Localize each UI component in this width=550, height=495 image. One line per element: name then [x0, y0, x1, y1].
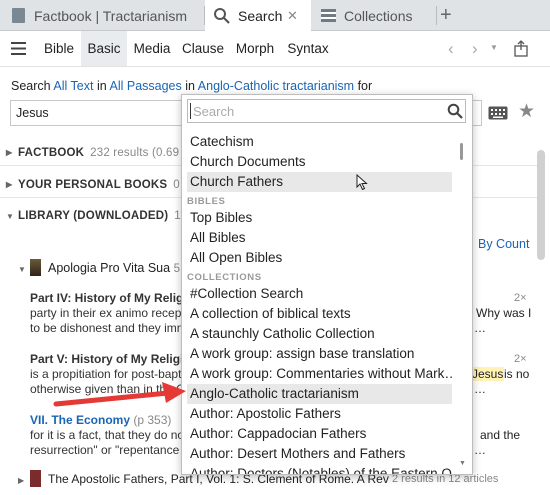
section-title: LIBRARY (DOWNLOADED): [18, 210, 169, 222]
book-cover: [30, 259, 41, 276]
result-snippet: for it is a fact, that they do not: [30, 428, 188, 442]
search-label: Search: [11, 79, 51, 93]
placeholder-text: Search: [193, 104, 235, 119]
keyboard-icon[interactable]: [488, 106, 508, 120]
close-icon[interactable]: ✕: [287, 8, 298, 24]
page-number: (p 353): [133, 413, 172, 427]
search-toolbar: Bible Basic Media Clause Morph Syntax ‹ …: [0, 31, 550, 67]
results-scrollbar[interactable]: [537, 150, 545, 260]
collections-icon: [321, 9, 336, 22]
share-icon[interactable]: [514, 40, 528, 57]
hamburger-menu-icon[interactable]: [11, 42, 26, 55]
dropdown-scrollbar-thumb[interactable]: [460, 143, 463, 160]
dropdown-item[interactable]: A work group: assign base translation: [190, 344, 452, 364]
dropdown-item[interactable]: Church Documents: [190, 152, 452, 172]
tab-basic[interactable]: Basic: [81, 31, 127, 66]
expand-triangle-icon[interactable]: ▶: [6, 180, 12, 189]
section-title: YOUR PERSONAL BOOKS: [18, 178, 168, 191]
all-passages-link[interactable]: All Passages: [110, 79, 182, 93]
dropdown-item[interactable]: Top Bibles: [190, 208, 452, 228]
result-snippet-tail: and the: [480, 428, 521, 442]
dropdown-section-label: BIBLES: [187, 196, 226, 207]
dropdown-item[interactable]: A staunchly Catholic Collection: [190, 324, 452, 344]
dropdown-item-hovered[interactable]: Church Fathers: [187, 172, 452, 192]
annotation-arrow-icon: [53, 382, 186, 407]
query-input-end: [472, 100, 482, 126]
dropdown-item[interactable]: Author: Cappadocian Fathers: [190, 424, 452, 444]
tab-media[interactable]: Media: [127, 31, 177, 66]
factbook-icon: [12, 8, 25, 23]
result-snippet: to be dishonest and they immi: [30, 321, 190, 335]
tab-bar: Factbook | Tractarianism Search ✕ Collec…: [0, 0, 550, 32]
book-title: Apologia Pro Vita Sua: [48, 261, 171, 275]
dropdown-item[interactable]: Catechism: [190, 132, 452, 152]
mouse-cursor-icon: [356, 174, 368, 191]
expand-triangle-icon[interactable]: ▶: [6, 148, 12, 157]
tab-bible[interactable]: Bible: [37, 31, 81, 66]
dropdown-item[interactable]: All Open Bibles: [190, 248, 452, 268]
book-title-row[interactable]: Apologia Pro Vita Sua 5 res: [48, 261, 199, 275]
new-tab-button[interactable]: +: [440, 0, 474, 31]
dropdown-search-input[interactable]: Search: [187, 99, 466, 123]
tab-collections[interactable]: Collections: [311, 0, 436, 31]
result-snippet: resurrection" or "repentance a: [30, 443, 190, 457]
result-snippet: party in their ex animo receptio: [30, 306, 195, 320]
collapse-triangle-icon[interactable]: ▼: [18, 265, 26, 274]
dropdown-item-selected[interactable]: Anglo-Catholic tractarianism: [187, 384, 452, 404]
dropdown-item[interactable]: A collection of biblical texts: [190, 304, 452, 324]
dropdown-item[interactable]: #Collection Search: [190, 284, 452, 304]
for-label: for: [357, 79, 373, 93]
dropdown-section-label: COLLECTIONS: [187, 272, 262, 283]
all-text-link[interactable]: All Text: [53, 79, 93, 93]
result-heading-row[interactable]: VII. The Economy (p 353): [30, 413, 171, 427]
tab-label: Collections: [344, 7, 413, 24]
star-icon[interactable]: ★: [518, 100, 535, 123]
result-heading[interactable]: Part IV: History of My Religiou: [30, 291, 201, 305]
tab-factbook[interactable]: Factbook | Tractarianism: [0, 0, 204, 31]
result-snippet: is a propitiation for post-baptis: [30, 367, 191, 381]
dropdown-item[interactable]: All Bibles: [190, 228, 452, 248]
result-snippet-tail: is no: [504, 367, 530, 381]
search-hit-highlight: Jesus: [471, 367, 505, 381]
dropdown-item[interactable]: Author: Doctors (Notables) of the Easter…: [190, 464, 452, 474]
dropdown-item[interactable]: Author: Apostolic Fathers: [190, 404, 452, 424]
forward-arrow-icon[interactable]: ›: [472, 39, 478, 59]
collection-link[interactable]: Anglo-Catholic tractarianism: [198, 79, 354, 93]
search-icon: [447, 103, 463, 119]
ellipsis: …: [474, 321, 486, 335]
tab-search[interactable]: Search ✕: [205, 0, 311, 32]
tab-label: Search: [238, 8, 283, 24]
section-title: FACTBOOK: [18, 146, 85, 159]
dropdown-item[interactable]: Author: Desert Mothers and Fathers: [190, 444, 452, 464]
tab-label: Factbook | Tractarianism: [34, 7, 188, 24]
ellipsis: …: [474, 443, 486, 457]
chevron-down-icon[interactable]: ▼: [490, 43, 498, 52]
sort-by-count-link[interactable]: By Count: [478, 237, 529, 251]
dropdown-item[interactable]: A work group: Commentaries without Mark…: [190, 364, 452, 384]
result-snippet-tail: Why was I: [476, 306, 532, 320]
search-scope-line: Search All Text in All Passages in Anglo…: [11, 79, 372, 93]
tab-morph[interactable]: Morph: [229, 31, 281, 66]
in-label: in: [96, 79, 107, 93]
ellipsis: …: [474, 382, 486, 396]
tab-clause[interactable]: Clause: [177, 31, 229, 66]
result-heading[interactable]: Part V: History of My Religious: [30, 352, 205, 366]
result-heading: VII. The Economy: [30, 413, 131, 427]
query-input[interactable]: Jesus: [10, 100, 186, 126]
hit-count: 2×: [514, 292, 527, 304]
search-icon: [214, 8, 230, 24]
book-cover: [30, 470, 41, 487]
query-text: Jesus: [16, 106, 49, 120]
scroll-down-icon[interactable]: ▼: [459, 460, 466, 467]
collapse-triangle-icon[interactable]: ▼: [6, 212, 14, 221]
tab-syntax[interactable]: Syntax: [281, 31, 335, 66]
back-arrow-icon[interactable]: ‹: [448, 39, 454, 59]
in-label: in: [185, 79, 195, 93]
expand-triangle-icon[interactable]: ▶: [18, 476, 24, 485]
hit-count: 2×: [514, 353, 527, 365]
